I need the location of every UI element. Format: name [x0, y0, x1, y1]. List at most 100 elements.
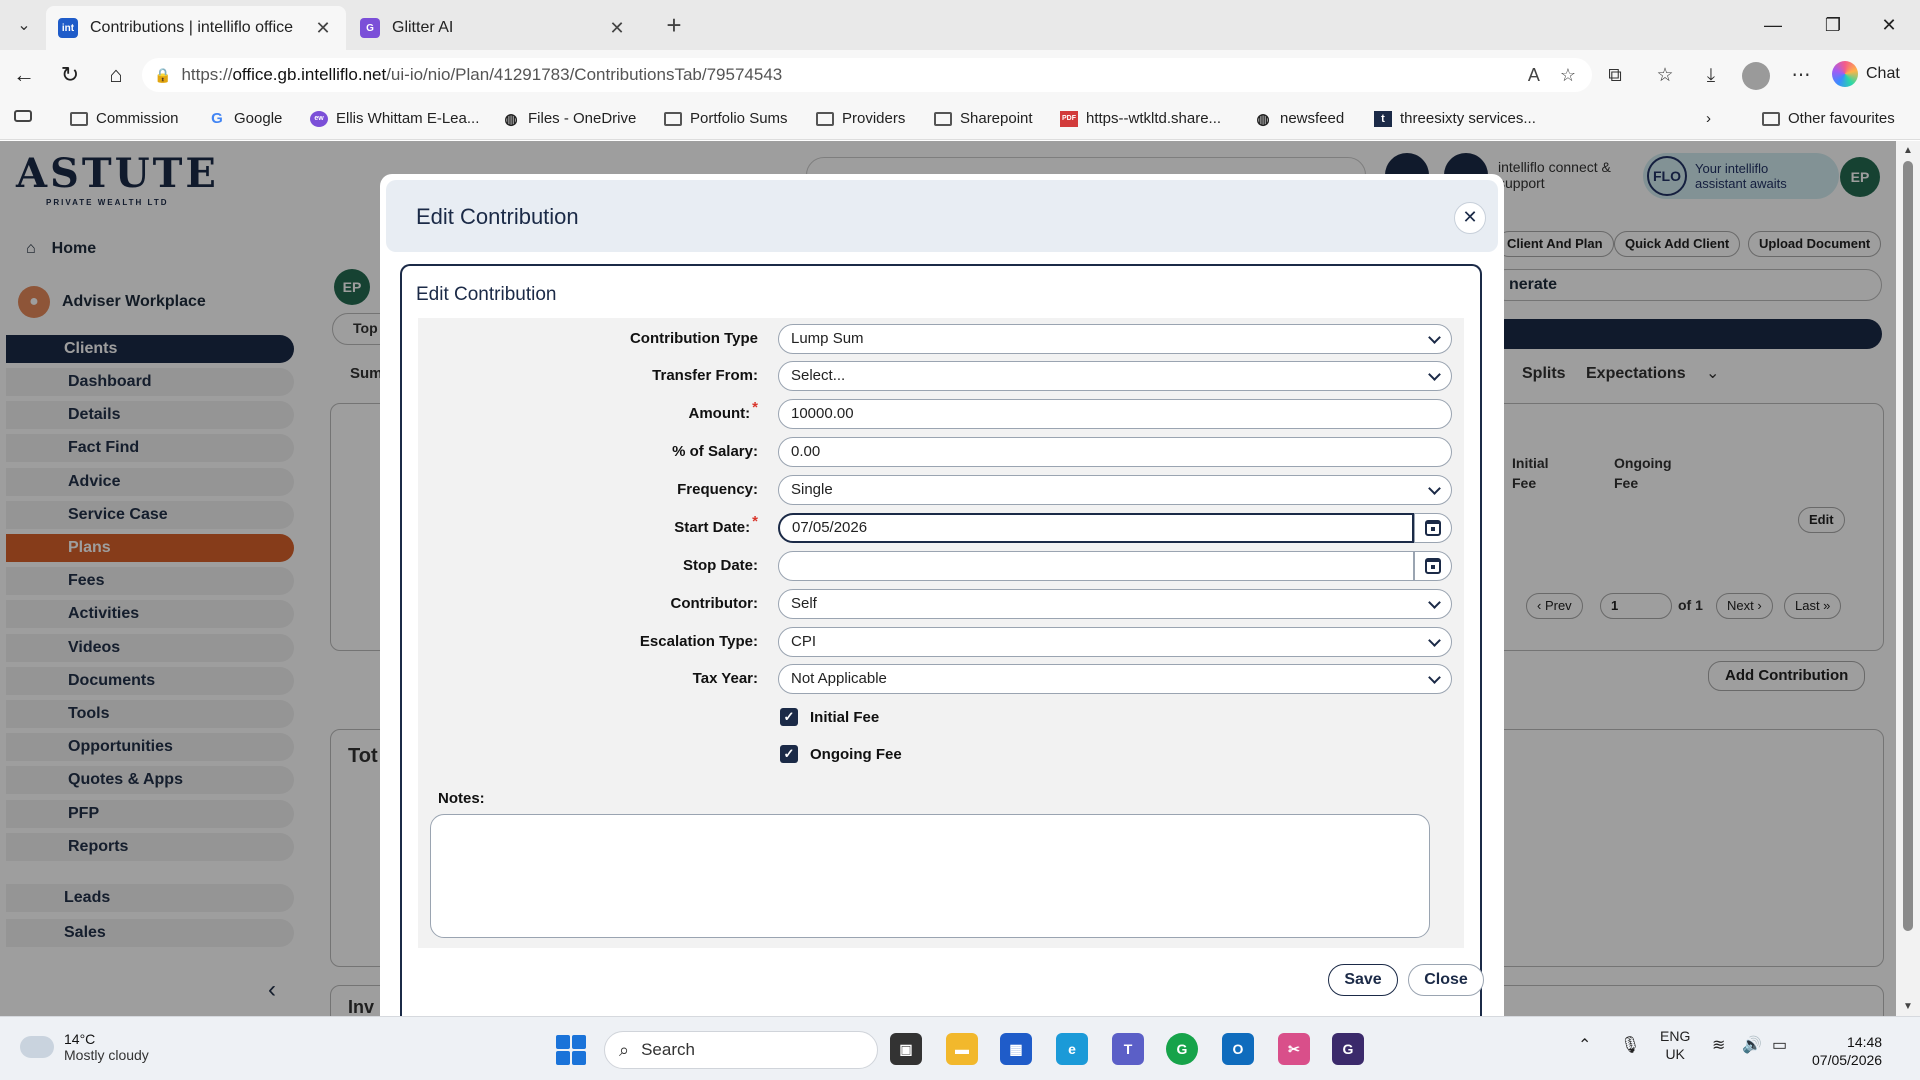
copilot-chat-button[interactable]: Chat: [1832, 60, 1900, 88]
taskbar-search[interactable]: ⌕ Search: [604, 1031, 878, 1069]
tab-list-button[interactable]: ⌄: [8, 10, 40, 40]
profile-avatar[interactable]: [1742, 62, 1770, 90]
escalation-type-select[interactable]: CPI: [778, 627, 1452, 657]
back-button[interactable]: ←: [8, 59, 40, 91]
save-button[interactable]: Save: [1328, 964, 1398, 996]
ongoing-fee-checkbox-row[interactable]: ✓ Ongoing Fee: [780, 745, 902, 763]
file-explorer-icon[interactable]: ▬: [946, 1033, 978, 1065]
lock-icon: 🔒: [154, 66, 172, 83]
contribution-type-label: Contribution Type: [629, 330, 758, 347]
microphone-icon[interactable]: 🎙: [1620, 1035, 1640, 1055]
bookmark-label: https--wtkltd.share...: [1086, 110, 1222, 127]
close-window-button[interactable]: ✕: [1866, 8, 1912, 42]
stop-date-calendar-button[interactable]: [1414, 551, 1452, 581]
bookmark-ellis-whittam[interactable]: ew Ellis Whittam E-Lea...: [310, 110, 479, 127]
bookmark-label: threesixty services...: [1400, 110, 1536, 127]
initial-fee-checkbox[interactable]: ✓: [780, 708, 798, 726]
outlook-icon[interactable]: O: [1222, 1033, 1254, 1065]
tab-contributions[interactable]: int Contributions | intelliflo office ✕: [46, 6, 346, 50]
contribution-type-select[interactable]: Lump Sum: [778, 324, 1452, 354]
notes-textarea[interactable]: [430, 814, 1430, 938]
grammarly-icon[interactable]: G: [1166, 1033, 1198, 1065]
url-field[interactable]: 🔒 https://office.gb.intelliflo.net/ui-io…: [142, 58, 1592, 92]
close-icon: ✕: [1462, 207, 1478, 227]
close-tab-icon[interactable]: ✕: [312, 18, 334, 39]
chat-label: Chat: [1866, 65, 1900, 82]
teams-icon[interactable]: T: [1112, 1033, 1144, 1065]
reading-list-icon[interactable]: [14, 110, 32, 122]
start-date-input[interactable]: 07/05/2026: [778, 513, 1414, 543]
tab-glitter[interactable]: G Glitter AI ✕: [348, 6, 640, 50]
ongoing-fee-checkbox[interactable]: ✓: [780, 745, 798, 763]
bookmark-onedrive[interactable]: ◍ Files - OneDrive: [502, 110, 637, 128]
intelliflo-favicon-icon: int: [58, 18, 78, 38]
search-icon: ⌕: [619, 1039, 630, 1060]
home-button[interactable]: ⌂: [100, 59, 132, 91]
edit-contribution-form: Edit Contribution Contribution Type Lump…: [400, 264, 1484, 1016]
tax-year-select[interactable]: Not Applicable: [778, 664, 1452, 694]
bookmark-providers[interactable]: Providers: [816, 110, 905, 127]
microsoft-store-icon[interactable]: ▦: [1000, 1033, 1032, 1065]
taskbar-search-label: Search: [641, 1040, 695, 1059]
bookmark-other-favourites[interactable]: Other favourites: [1762, 110, 1895, 127]
stop-date-label: Stop Date:: [683, 557, 758, 574]
battery-icon[interactable]: ▭: [1772, 1035, 1787, 1055]
minimize-button[interactable]: —: [1750, 8, 1796, 42]
bookmark-portfolio-sums[interactable]: Portfolio Sums: [664, 110, 788, 127]
amount-input[interactable]: 10000.00: [778, 399, 1452, 429]
bookmark-label: Providers: [842, 110, 906, 127]
google-icon: G: [211, 110, 223, 127]
folder-icon: [70, 111, 88, 126]
tab-title: Glitter AI: [392, 19, 454, 36]
contributor-select[interactable]: Self: [778, 589, 1452, 619]
close-button[interactable]: Close: [1408, 964, 1484, 996]
start-date-calendar-button[interactable]: [1414, 513, 1452, 543]
bookmark-wtkltd[interactable]: PDF https--wtkltd.share...: [1060, 110, 1221, 127]
snipping-tool-icon[interactable]: ✂: [1278, 1033, 1310, 1065]
stop-date-input[interactable]: [778, 551, 1414, 581]
maximize-button[interactable]: ❐: [1810, 8, 1856, 42]
more-menu-icon[interactable]: ⋯: [1786, 62, 1816, 90]
glitter-app-icon[interactable]: G: [1332, 1033, 1364, 1065]
language-indicator[interactable]: ENG UK: [1660, 1027, 1690, 1063]
bookmark-newsfeed[interactable]: ◍ newsfeed: [1254, 110, 1344, 128]
modal-close-button[interactable]: ✕: [1454, 202, 1486, 234]
initial-fee-checkbox-row[interactable]: ✓ Initial Fee: [780, 708, 879, 726]
bookmark-commission[interactable]: Commission: [70, 110, 179, 127]
transfer-from-select[interactable]: Select...: [778, 361, 1452, 391]
favourites-icon[interactable]: ☆: [1650, 62, 1680, 90]
weather-temp: 14°C: [64, 1031, 96, 1047]
bookmarks-overflow-chevron-icon[interactable]: ›: [1706, 110, 1711, 127]
required-marker: *: [752, 513, 758, 530]
taskbar-clock[interactable]: 14:48 07/05/2026: [1812, 1033, 1882, 1069]
scroll-down-icon[interactable]: ▼: [1896, 1001, 1920, 1012]
volume-icon[interactable]: 🔊: [1742, 1035, 1762, 1055]
task-view-icon[interactable]: ▣: [890, 1033, 922, 1065]
scrollbar-thumb[interactable]: [1903, 161, 1913, 931]
close-tab-icon[interactable]: ✕: [606, 18, 628, 39]
weather-widget[interactable]: 14°C Mostly cloudy: [16, 1030, 149, 1063]
frequency-select[interactable]: Single: [778, 475, 1452, 505]
pct-salary-input[interactable]: 0.00: [778, 437, 1452, 467]
page-scrollbar[interactable]: ▲ ▼: [1896, 141, 1920, 1016]
scroll-up-icon[interactable]: ▲: [1896, 145, 1920, 156]
bookmark-google[interactable]: G Google: [208, 110, 282, 127]
downloads-icon[interactable]: ⤓: [1696, 62, 1726, 90]
wifi-icon[interactable]: ≋: [1712, 1035, 1725, 1055]
ellis-whittam-icon: ew: [310, 110, 328, 127]
refresh-button[interactable]: ↻: [54, 59, 86, 91]
edge-icon[interactable]: e: [1056, 1033, 1088, 1065]
folder-icon: [1762, 111, 1780, 126]
bookmark-sharepoint[interactable]: Sharepoint: [934, 110, 1033, 127]
globe-icon: ◍: [504, 110, 518, 128]
contributor-label: Contributor:: [670, 595, 758, 612]
bookmark-threesixty[interactable]: t threesixty services...: [1374, 110, 1536, 127]
bookmark-label: Files - OneDrive: [528, 110, 637, 127]
new-tab-button[interactable]: +: [658, 10, 690, 42]
url-prefix: https://: [181, 65, 233, 84]
windows-start-icon[interactable]: [556, 1035, 586, 1065]
favorite-star-icon[interactable]: ☆: [1560, 65, 1576, 86]
extensions-icon[interactable]: ⧉: [1600, 62, 1630, 90]
read-aloud-icon[interactable]: A: [1528, 65, 1540, 86]
tray-overflow-chevron-icon[interactable]: ⌃: [1578, 1035, 1591, 1055]
